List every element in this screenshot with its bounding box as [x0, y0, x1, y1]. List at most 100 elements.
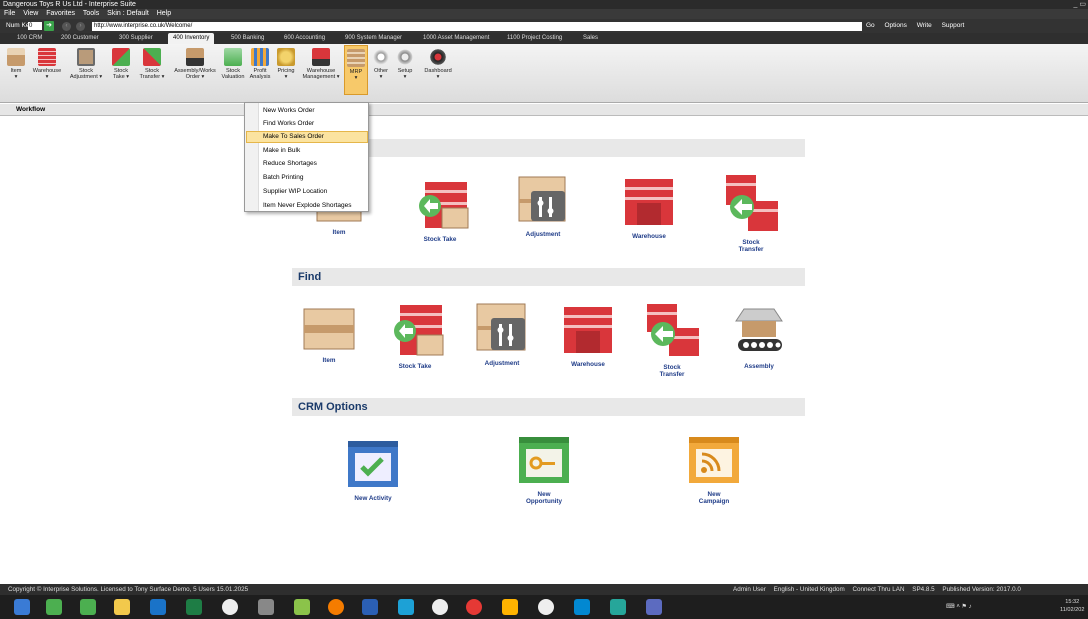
module-tab-bar: 100 CRM 200 Customer 300 Supplier 400 In… [0, 33, 1088, 44]
checkmark-calendar-icon [348, 441, 398, 487]
ribbon-warehouse-management-button[interactable]: Warehouse Management ▾ [300, 48, 342, 80]
ribbon-warehouse-button[interactable]: Warehouse ▾ [32, 48, 62, 80]
warehouse-icon [38, 48, 56, 66]
find-adjustment-tile[interactable]: Adjustment [472, 302, 532, 367]
crm-new-activity-tile[interactable]: New Activity [345, 437, 401, 502]
tab-system-manager[interactable]: 900 System Manager [340, 33, 407, 44]
excel-icon[interactable] [186, 599, 202, 615]
teams-icon[interactable] [646, 599, 662, 615]
ribbon-pricing-button[interactable]: Pricing ▾ [274, 48, 298, 80]
support-button[interactable]: Support [942, 22, 965, 29]
ribbon-stock-adjustment-button[interactable]: Stock Adjustment ▾ [66, 48, 106, 80]
stock-take-icon [419, 182, 469, 229]
menu-help[interactable]: Help [157, 10, 171, 17]
ribbon-profit-analysis-button[interactable]: Profit Analysis [247, 48, 273, 80]
clock[interactable]: 15:32 11/02/202 [1060, 598, 1084, 614]
ribbon-stock-take-button[interactable]: Stock Take ▾ [108, 48, 134, 80]
ribbon-stock-valuation-button[interactable]: Stock Valuation [219, 48, 247, 80]
interprise-icon[interactable] [222, 599, 238, 615]
file-explorer-icon[interactable] [114, 599, 130, 615]
word-icon[interactable] [362, 599, 378, 615]
menu-item-new-works-order[interactable]: New Works Order [263, 105, 315, 116]
tab-asset-management[interactable]: 1000 Asset Management [418, 33, 494, 44]
window-controls[interactable]: _ ▭ [1074, 0, 1086, 9]
url-input[interactable]: http://www.interprise.co.uk/Welcome/ [92, 22, 862, 31]
volume-icon[interactable]: ♪ [969, 604, 972, 610]
ribbon-mrp-button[interactable]: MRP ▾ [344, 45, 368, 95]
keyboard-icon[interactable]: ⌨ [946, 604, 955, 610]
stock-valuation-icon [224, 48, 242, 66]
menu-item-make-to-sales-order[interactable]: Make To Sales Order [263, 131, 324, 142]
ribbon-other-button[interactable]: Other ▾ [370, 48, 392, 80]
status-bar: Copyright © Interprise Solutions. Licens… [0, 584, 1088, 595]
new-adjustment-tile[interactable]: Adjustment [513, 175, 573, 238]
menu-view[interactable]: View [23, 10, 38, 17]
mrp-icon [347, 49, 365, 67]
forward-icon[interactable]: › [76, 22, 85, 31]
go-button[interactable]: Go [866, 22, 875, 29]
network-icon[interactable]: ⚑ [962, 604, 967, 610]
app-icon[interactable] [610, 599, 626, 615]
tab-accounting[interactable]: 600 Accounting [279, 33, 330, 44]
go-arrow-icon[interactable]: ➜ [44, 21, 54, 31]
ribbon-item-button[interactable]: Item ▾ [4, 48, 28, 80]
chrome-icon[interactable] [466, 599, 482, 615]
find-stock-take-tile[interactable]: Stock Take [382, 303, 448, 370]
back-icon[interactable]: ‹ [62, 22, 71, 31]
stock-transfer-icon [143, 48, 161, 66]
menu-item-find-works-order[interactable]: Find Works Order [263, 118, 314, 129]
clock-time: 15:32 [1065, 599, 1080, 605]
interprise-icon[interactable] [538, 599, 554, 615]
app-icon[interactable] [46, 599, 62, 615]
ribbon-dashboard-button[interactable]: Dashboard ▾ [420, 48, 456, 80]
menu-file[interactable]: File [4, 10, 15, 17]
ribbon-setup-button[interactable]: Setup ▾ [394, 48, 416, 80]
app-icon[interactable] [258, 599, 274, 615]
assembly-icon [186, 48, 204, 66]
tab-supplier[interactable]: 300 Supplier [114, 33, 158, 44]
find-assembly-tile[interactable]: Assembly [730, 307, 788, 370]
outlook-icon[interactable] [150, 599, 166, 615]
tab-customer[interactable]: 200 Customer [56, 33, 104, 44]
find-warehouse-tile[interactable]: Warehouse [560, 305, 616, 368]
tab-inventory[interactable]: 400 Inventory [168, 33, 215, 44]
ribbon-assembly-button[interactable]: Assembly/Works Order ▾ [171, 48, 219, 80]
menu-item-reduce-shortages[interactable]: Reduce Shortages [263, 158, 317, 169]
windows-start-icon[interactable] [14, 599, 30, 615]
find-item-tile[interactable]: Item [300, 307, 358, 364]
firefox-icon[interactable] [328, 599, 344, 615]
crm-new-campaign-tile[interactable]: New Campaign [686, 433, 742, 505]
tab-crm[interactable]: 100 CRM [12, 33, 47, 44]
write-button[interactable]: Write [917, 22, 932, 29]
tab-project-costing[interactable]: 1100 Project Costing [502, 33, 567, 44]
numkey-input[interactable]: 0 [28, 22, 42, 30]
options-button[interactable]: Options [884, 22, 906, 29]
ribbon-stock-transfer-button[interactable]: Stock Transfer ▾ [136, 48, 168, 80]
new-stock-transfer-tile[interactable]: Stock Transfer [720, 173, 782, 253]
find-stock-transfer-tile[interactable]: Stock Transfer [642, 302, 702, 378]
tab-banking[interactable]: 500 Banking [226, 33, 269, 44]
menu-item-item-never-explode-shortages[interactable]: Item Never Explode Shortages [263, 200, 352, 211]
chevron-up-icon[interactable]: ˄ [956, 604, 960, 610]
menu-item-make-in-bulk[interactable]: Make in Bulk [263, 145, 300, 156]
app-icon[interactable] [502, 599, 518, 615]
app-icon[interactable] [80, 599, 96, 615]
new-warehouse-tile[interactable]: Warehouse [620, 177, 678, 240]
adjustment-icon [476, 303, 526, 351]
skype-icon[interactable] [398, 599, 414, 615]
menu-tools[interactable]: Tools [83, 10, 99, 17]
new-stock-take-tile[interactable]: Stock Take [407, 180, 473, 243]
tab-sales[interactable]: Sales [578, 33, 603, 44]
app-icon[interactable] [294, 599, 310, 615]
gear-icon [396, 48, 414, 66]
stock-take-icon [394, 305, 444, 356]
ribbon-toolbar: Item ▾ Warehouse ▾ Stock Adjustment ▾ Stock… [0, 44, 1088, 103]
menu-item-batch-printing[interactable]: Batch Printing [263, 172, 303, 183]
menu-favorites[interactable]: Favorites [46, 10, 75, 17]
menu-skin[interactable]: Skin : Default [107, 10, 149, 17]
edge-icon[interactable] [574, 599, 590, 615]
menu-item-supplier-wip-location[interactable]: Supplier WIP Location [263, 186, 327, 197]
interprise-icon[interactable] [432, 599, 448, 615]
crm-new-opportunity-tile[interactable]: New Opportunity [512, 433, 576, 505]
profit-analysis-icon [251, 48, 269, 66]
